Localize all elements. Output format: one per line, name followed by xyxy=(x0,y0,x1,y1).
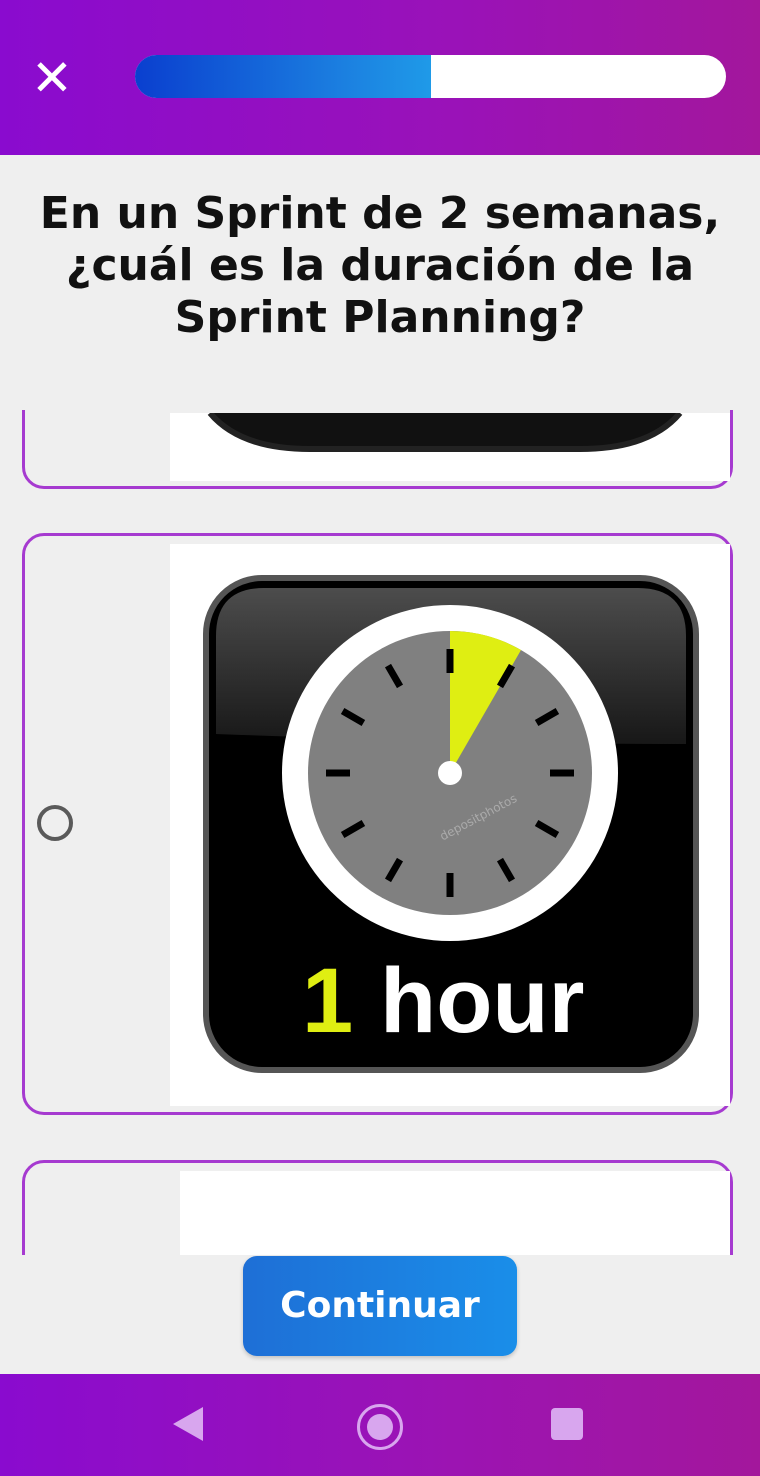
one-hour-timer-icon: 1 hour depositphotos xyxy=(170,544,730,1106)
blank-image xyxy=(180,1171,730,1255)
timer-icon xyxy=(170,413,730,481)
top-bar: ✕ xyxy=(0,0,760,155)
answer-option-2[interactable]: 1 hour depositphotos xyxy=(22,533,733,1115)
continue-button[interactable]: Continuar xyxy=(243,1256,517,1356)
close-icon[interactable]: ✕ xyxy=(28,52,76,104)
navigation-bar xyxy=(0,1374,760,1476)
timer-unit-text: hour xyxy=(380,950,584,1052)
question-text: En un Sprint de 2 semanas, ¿cuál es la d… xyxy=(39,188,721,343)
home-icon-dot xyxy=(367,1414,393,1440)
answer-option-1[interactable] xyxy=(22,410,733,489)
progress-fill xyxy=(135,55,431,98)
recents-icon[interactable] xyxy=(551,1408,583,1440)
answer-options-list[interactable]: 1 hour depositphotos xyxy=(0,410,760,1255)
timer-number-text: 1 xyxy=(302,950,353,1052)
back-icon[interactable] xyxy=(173,1407,203,1441)
answer-option-3[interactable] xyxy=(22,1160,733,1255)
radio-button[interactable] xyxy=(37,805,73,841)
progress-bar xyxy=(135,55,726,98)
home-icon[interactable] xyxy=(357,1404,403,1450)
